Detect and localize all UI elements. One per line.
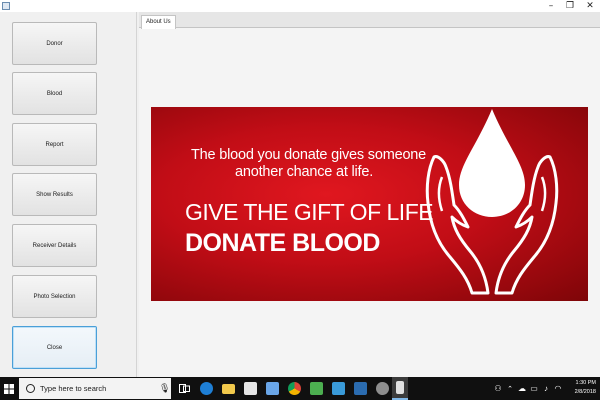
banner-headline: GIVE THE GIFT OF LIFE: [185, 199, 434, 225]
app-green-icon[interactable]: [307, 377, 325, 400]
clock-time[interactable]: 1:30 PM: [570, 380, 596, 386]
receiver-details-button[interactable]: Receiver Details: [12, 224, 97, 267]
taskbar-search-box[interactable]: Type here to search 🎙: [19, 378, 171, 399]
start-button[interactable]: [0, 377, 18, 400]
maximize-button[interactable]: ❐: [560, 0, 580, 12]
java-app-icon[interactable]: [392, 377, 408, 400]
microphone-icon[interactable]: 🎙: [159, 383, 170, 394]
title-bar: – ❐ ✕: [0, 0, 600, 12]
store-icon[interactable]: [241, 377, 259, 400]
donor-button[interactable]: Donor: [12, 22, 97, 65]
report-button[interactable]: Report: [12, 123, 97, 166]
donate-blood-banner: The blood you donate gives someone anoth…: [151, 107, 588, 301]
battery-icon[interactable]: ▭: [529, 377, 539, 400]
chevron-up-icon[interactable]: ⌃: [505, 377, 515, 400]
gear-app-icon[interactable]: [373, 377, 391, 400]
banner-tagline-1: The blood you donate gives someone: [191, 147, 427, 163]
tab-strip: About Us: [139, 12, 600, 29]
volume-icon[interactable]: ♪: [541, 377, 551, 400]
file-explorer-icon[interactable]: [219, 377, 237, 400]
onedrive-icon[interactable]: ☁: [517, 377, 527, 400]
close-button[interactable]: Close: [12, 326, 97, 369]
people-icon[interactable]: ⚇: [493, 377, 503, 400]
sidebar: Donor Blood Report Show Results Receiver…: [0, 12, 137, 377]
chrome-icon[interactable]: [285, 377, 303, 400]
blood-button[interactable]: Blood: [12, 72, 97, 115]
minimize-button[interactable]: –: [541, 0, 561, 12]
photos-icon[interactable]: [329, 377, 347, 400]
taskbar: Type here to search 🎙 ⚇ ⌃ ☁ ▭ ♪ ◠ 1:30 P…: [0, 377, 600, 400]
app-icon-lock[interactable]: [263, 377, 281, 400]
banner-tagline-2: another chance at life.: [235, 164, 374, 180]
app-icon: [2, 2, 10, 10]
virtualbox-icon[interactable]: [351, 377, 369, 400]
task-view-icon[interactable]: [175, 377, 193, 400]
windows-logo-icon: [4, 383, 14, 394]
tab-about-us[interactable]: About Us: [141, 15, 176, 29]
banner-call-to-action: DONATE BLOOD: [185, 229, 380, 257]
search-placeholder: Type here to search: [40, 384, 107, 393]
network-icon[interactable]: ◠: [553, 377, 563, 400]
edge-icon[interactable]: [197, 377, 215, 400]
photo-selection-button[interactable]: Photo Selection: [12, 275, 97, 318]
close-window-button[interactable]: ✕: [580, 0, 600, 12]
clock-date[interactable]: 2/8/2018: [566, 389, 596, 395]
cortana-icon: [26, 384, 35, 393]
show-results-button[interactable]: Show Results: [12, 173, 97, 216]
blood-drop-hands-icon: [425, 109, 559, 295]
